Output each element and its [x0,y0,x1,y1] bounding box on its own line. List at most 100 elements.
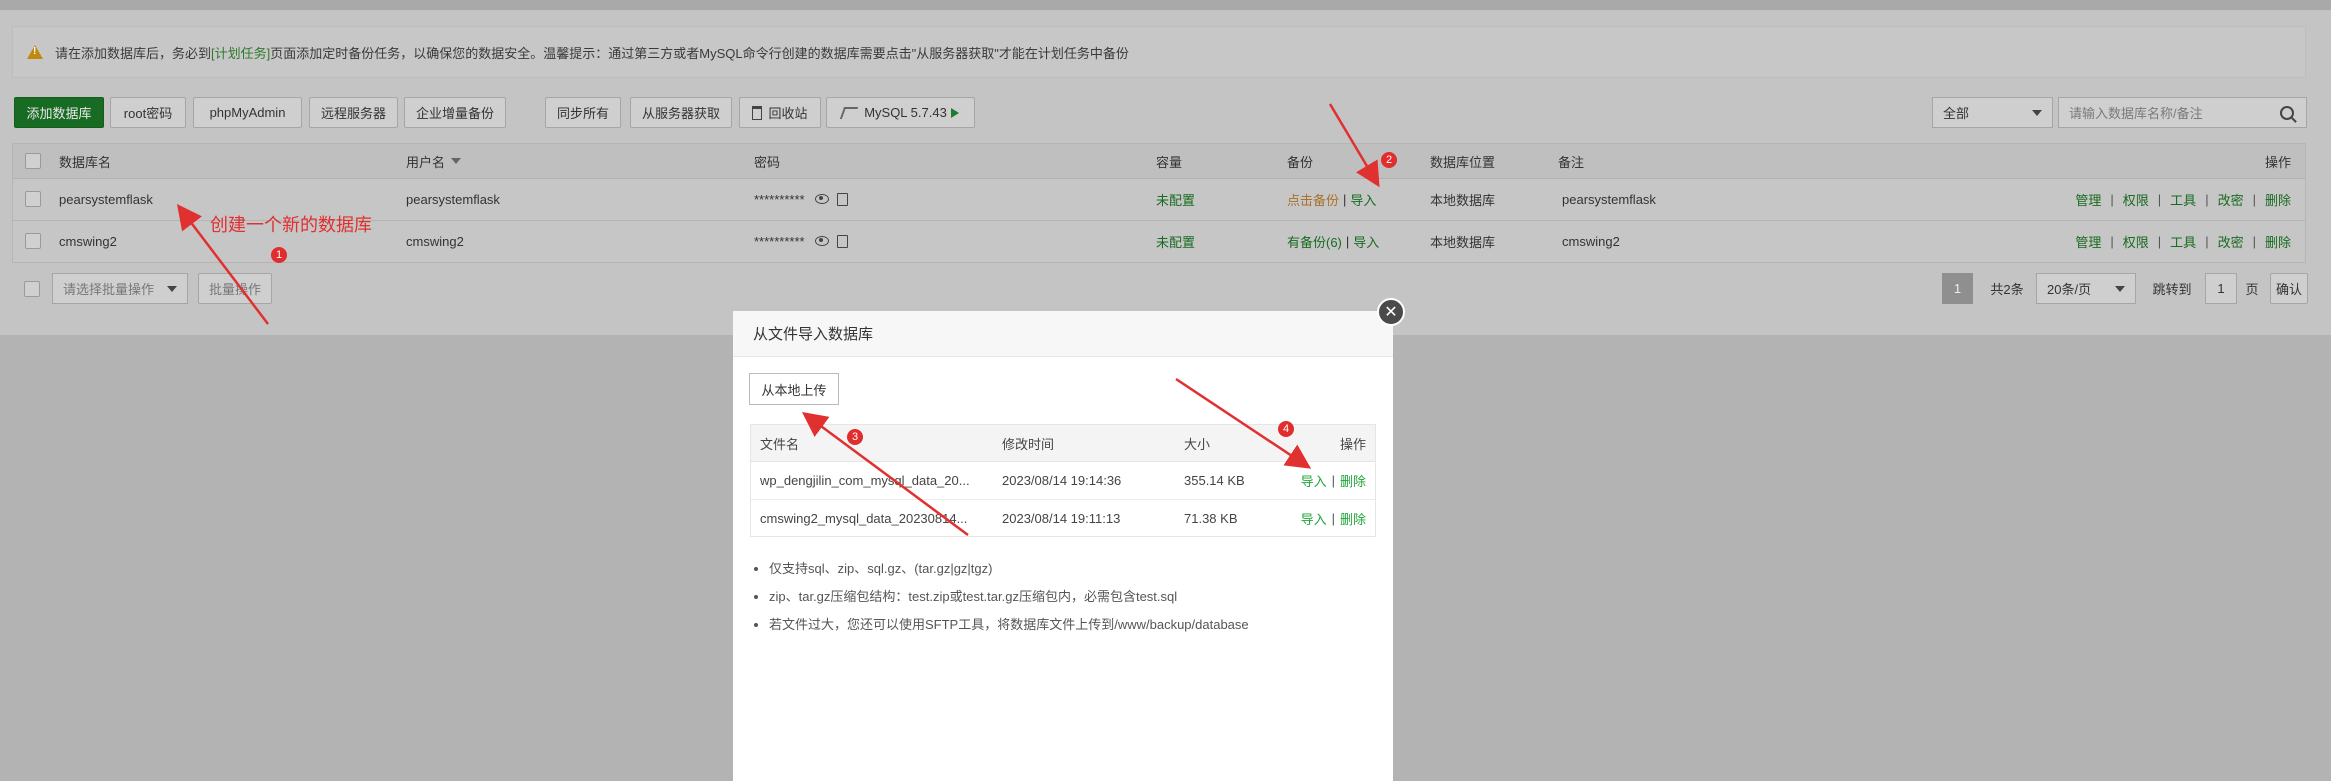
db-capacity[interactable]: 未配置 [1156,178,1195,220]
permission-link[interactable]: 权限 [2123,190,2149,209]
page-total: 共2条 [1990,282,2024,297]
file-size: 71.38 KB [1184,510,1238,526]
annotation-text: 创建一个新的数据库 [210,215,372,235]
fetch-from-server-button[interactable]: 从服务器获取 [630,97,732,128]
file-import-link[interactable]: 导入 [1301,471,1327,490]
col-capacity: 容量 [1156,154,1183,170]
page-unit: 页 [2245,282,2259,297]
add-database-button[interactable]: 添加数据库 [14,97,104,128]
file-row: wp_dengjilin_com_mysql_data_20... 2023/0… [751,461,1375,500]
annotation-badge-4: 4 [1278,421,1294,437]
search-input[interactable]: 请输入数据库名称/备注 [2058,97,2307,128]
tools-link[interactable]: 工具 [2170,232,2196,251]
delete-link[interactable]: 删除 [2265,232,2291,251]
upload-local-button[interactable]: 从本地上传 [749,373,839,405]
db-note[interactable]: cmswing2 [1562,220,1620,262]
table-header: 数据库名 用户名 密码 容量 备份 数据库位置 备注 操作 [13,144,2305,179]
annotation-badge-3: 3 [847,429,863,445]
col-location: 数据库位置 [1430,154,1496,170]
backup-link[interactable]: 有备份(6) [1287,232,1342,251]
import-link[interactable]: 导入 [1350,190,1376,209]
batch-operation-button[interactable]: 批量操作 [198,273,272,304]
footer-checkbox[interactable] [24,281,40,297]
select-all-checkbox[interactable] [25,153,41,169]
note-item: 若文件过大，您还可以使用SFTP工具，将数据库文件上传到/www/backup/… [769,614,1355,633]
row-checkbox[interactable] [25,233,41,249]
per-page-value: 20条/页 [2047,282,2092,297]
file-name: wp_dengjilin_com_mysql_data_20... [760,472,970,488]
close-icon[interactable]: ✕ [1377,298,1405,326]
col-password: 密码 [754,154,781,170]
col-file: 文件名 [760,436,800,452]
table-footer: 请选择批量操作 批量操作 1 共2条 20条/页 跳转到 1 页 确认 [12,270,2308,308]
db-name: cmswing2 [59,233,117,249]
row-ops: 管理 | 权限 | 工具 | 改密 | 删除 [2075,190,2291,209]
trash-icon [752,105,763,120]
note-item: 仅支持sql、zip、sql.gz、(tar.gz|gz|tgz) [769,558,1355,577]
import-link[interactable]: 导入 [1353,232,1379,251]
mysql-dolphin-icon [840,106,859,119]
col-user[interactable]: 用户名 [406,144,462,178]
col-ops: 操作 [2264,154,2291,170]
file-mtime: 2023/08/14 19:14:36 [1002,472,1122,488]
sort-icon [451,158,462,164]
file-import-link[interactable]: 导入 [1301,509,1327,528]
filter-select[interactable]: 全部 [1932,97,2053,128]
manage-link[interactable]: 管理 [2075,190,2101,209]
col-note: 备注 [1558,154,1585,170]
db-user: cmswing2 [406,233,464,249]
jump-input[interactable]: 1 [2205,273,2237,304]
chevron-down-icon [2115,286,2125,292]
copy-icon[interactable] [836,234,848,248]
page-current[interactable]: 1 [1942,273,1973,304]
file-mtime: 2023/08/14 19:11:13 [1002,510,1121,526]
manage-link[interactable]: 管理 [2075,232,2101,251]
col-size: 大小 [1184,436,1211,452]
annotation-badge-1: 1 [271,247,287,263]
filter-select-value: 全部 [1943,106,1970,121]
root-password-button[interactable]: root密码 [110,97,186,128]
recycle-bin-button[interactable]: 回收站 [739,97,821,128]
mysql-version-button[interactable]: MySQL 5.7.43 [826,97,975,128]
password-mask: ********** [754,233,805,249]
file-name: cmswing2_mysql_data_20230814... [760,510,968,526]
file-delete-link[interactable]: 删除 [1340,509,1366,528]
db-capacity[interactable]: 未配置 [1156,220,1195,262]
notice-link[interactable]: [计划任务] [211,43,270,62]
row-ops: 管理 | 权限 | 工具 | 改密 | 删除 [2075,232,2291,251]
delete-link[interactable]: 删除 [2265,190,2291,209]
eye-icon[interactable] [814,236,829,246]
import-notes: 仅支持sql、zip、sql.gz、(tar.gz|gz|tgz) zip、ta… [755,558,1355,642]
backup-link[interactable]: 点击备份 [1287,190,1339,209]
eye-icon[interactable] [814,194,829,204]
batch-select[interactable]: 请选择批量操作 [52,273,188,304]
db-location: 本地数据库 [1430,234,1496,250]
phpmyadmin-button[interactable]: phpMyAdmin [193,97,302,128]
sync-all-button[interactable]: 同步所有 [545,97,621,128]
file-size: 355.14 KB [1184,472,1245,488]
recycle-bin-label: 回收站 [768,106,808,121]
copy-icon[interactable] [836,192,848,206]
password-mask: ********** [754,191,805,207]
note-item: zip、tar.gz压缩包结构：test.zip或test.tar.gz压缩包内… [769,586,1355,605]
jump-confirm-button[interactable]: 确认 [2270,273,2308,304]
change-password-link[interactable]: 改密 [2218,232,2244,251]
incremental-backup-button[interactable]: 企业增量备份 [404,97,506,128]
db-backup: 点击备份 | 导入 [1287,190,1377,209]
per-page-select[interactable]: 20条/页 [2036,273,2136,304]
col-name[interactable]: 数据库名 [59,144,111,178]
change-password-link[interactable]: 改密 [2218,190,2244,209]
select-all-cell[interactable] [25,144,41,178]
permission-link[interactable]: 权限 [2123,232,2149,251]
mysql-version-label: MySQL 5.7.43 [864,105,947,120]
remote-server-button[interactable]: 远程服务器 [309,97,398,128]
row-checkbox[interactable] [25,191,41,207]
file-row: cmswing2_mysql_data_20230814... 2023/08/… [751,499,1375,537]
db-password: ********** [754,220,848,262]
file-delete-link[interactable]: 删除 [1340,471,1366,490]
db-note[interactable]: pearsystemflask [1562,178,1656,220]
batch-select-placeholder: 请选择批量操作 [63,282,155,297]
db-password: ********** [754,178,848,220]
tools-link[interactable]: 工具 [2170,190,2196,209]
db-location: 本地数据库 [1430,192,1496,208]
